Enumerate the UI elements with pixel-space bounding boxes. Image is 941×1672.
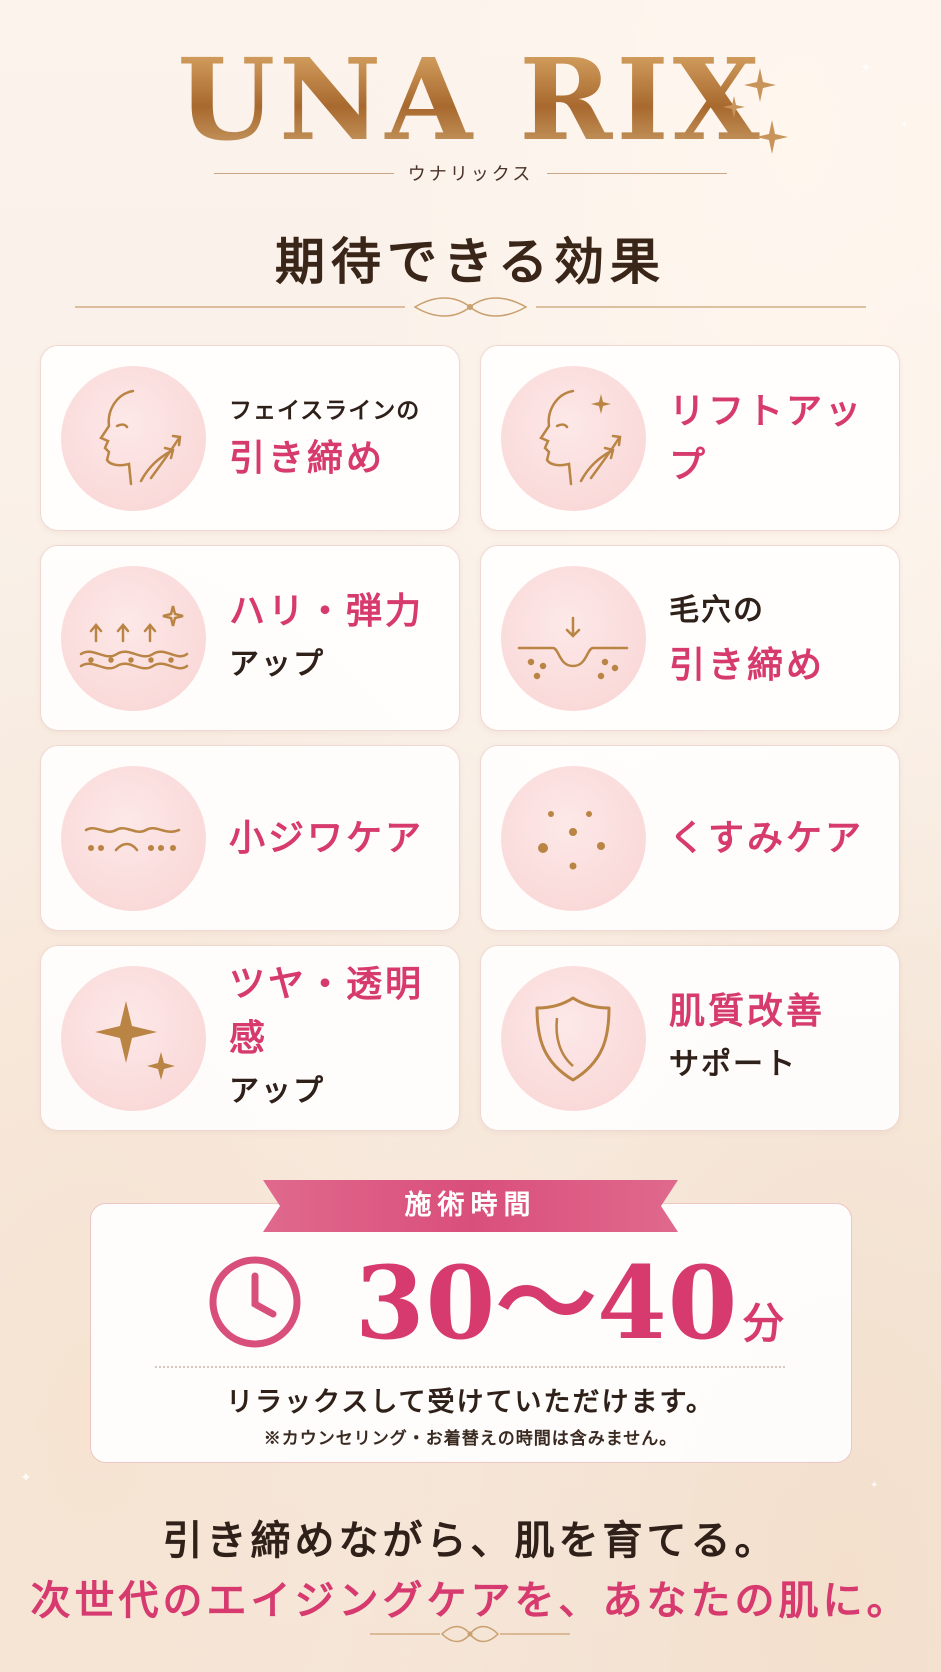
effect-text: くすみケア [669, 746, 864, 930]
effect-text: リフトアップ [669, 346, 899, 530]
treatment-note: ※カウンセリング・お着替えの時間は含みません。 [263, 1429, 678, 1449]
effect-highlight: 小ジワケア [229, 817, 425, 859]
skin-firming-icon [79, 605, 189, 670]
effect-card-dullness: くすみケア [480, 745, 900, 931]
icon-circle [61, 566, 206, 711]
effect-label: アップ [229, 1074, 325, 1109]
effect-card-wrinkles: 小ジワケア [40, 745, 460, 931]
effect-highlight: リフトアップ [669, 390, 865, 486]
effect-highlight: くすみケア [669, 817, 865, 859]
section-title: 期待できる効果 [275, 232, 666, 291]
icon-circle [61, 966, 206, 1111]
icon-circle [501, 766, 646, 911]
shield-icon [535, 996, 611, 1082]
effect-highlight: ハリ・弾力 [229, 590, 425, 632]
effect-text: ハリ・弾力 アップ [229, 546, 424, 730]
effect-label: 毛穴の [669, 593, 765, 628]
effect-text: 毛穴の 引き締め [669, 546, 825, 730]
treatment-label: 施術時間 [404, 1190, 537, 1221]
brand-kana-row: ウナリックス [0, 160, 941, 186]
treatment-duration: 30〜40分 [355, 1248, 785, 1358]
effect-card-radiance: ツヤ・透明感 アップ [40, 945, 460, 1131]
brand-logo: UNA RIX [0, 45, 941, 157]
effect-label: フェイスラインの [229, 397, 421, 424]
face-sparkle-lift-icon [539, 389, 622, 486]
divider [547, 172, 728, 174]
dotted-divider [155, 1366, 785, 1368]
effect-card-face-line: フェイスラインの 引き締め [40, 345, 460, 531]
background-sparkle-icon: ✦ [20, 1470, 32, 1486]
effect-text: フェイスラインの 引き締め [229, 346, 420, 530]
dullness-dots-icon [538, 811, 605, 870]
clock-icon [209, 1256, 301, 1348]
effect-highlight: 引き締め [229, 437, 386, 479]
brand-kana: ウナリックス [407, 164, 534, 185]
face-lift-icon [99, 389, 182, 486]
tagline-line-1: 引き締めながら、肌を育てる。 [162, 1517, 779, 1564]
effect-card-lift-up: リフトアップ [480, 345, 900, 531]
pore-tightening-icon [517, 616, 629, 680]
icon-circle [61, 366, 206, 511]
effect-highlight: ツヤ・透明感 [229, 963, 425, 1059]
relax-text: リラックスして受けていただけます。 [226, 1387, 715, 1418]
duration-value: 30〜40 [355, 1244, 739, 1362]
logo-sparkle-icon [723, 68, 788, 154]
icon-circle [501, 966, 646, 1111]
effect-card-skin-quality: 肌質改善 サポート [480, 945, 900, 1131]
ornament-divider [75, 297, 866, 317]
icon-circle [61, 766, 206, 911]
effect-card-pores: 毛穴の 引き締め [480, 545, 900, 731]
effect-text: 小ジワケア [229, 746, 424, 930]
icon-circle [501, 366, 646, 511]
duration-unit: 分 [742, 1299, 786, 1348]
effect-card-firmness: ハリ・弾力 アップ [40, 545, 460, 731]
effect-highlight: 肌質改善 [669, 990, 826, 1032]
divider [213, 172, 394, 174]
background-sparkle-icon: ✦ [870, 1480, 879, 1491]
effect-highlight: 引き締め [669, 644, 826, 686]
ornament-divider [370, 1625, 570, 1643]
sparkle-icon [95, 1001, 175, 1080]
tagline-line-2: 次世代のエイジングケアを、あなたの肌に。 [30, 1577, 911, 1624]
effect-text: ツヤ・透明感 アップ [229, 946, 459, 1130]
effect-text: 肌質改善 サポート [669, 946, 825, 1130]
effect-label: サポート [669, 1047, 797, 1082]
effect-label: アップ [229, 647, 325, 682]
fine-wrinkle-icon [84, 827, 181, 852]
icon-circle [501, 566, 646, 711]
